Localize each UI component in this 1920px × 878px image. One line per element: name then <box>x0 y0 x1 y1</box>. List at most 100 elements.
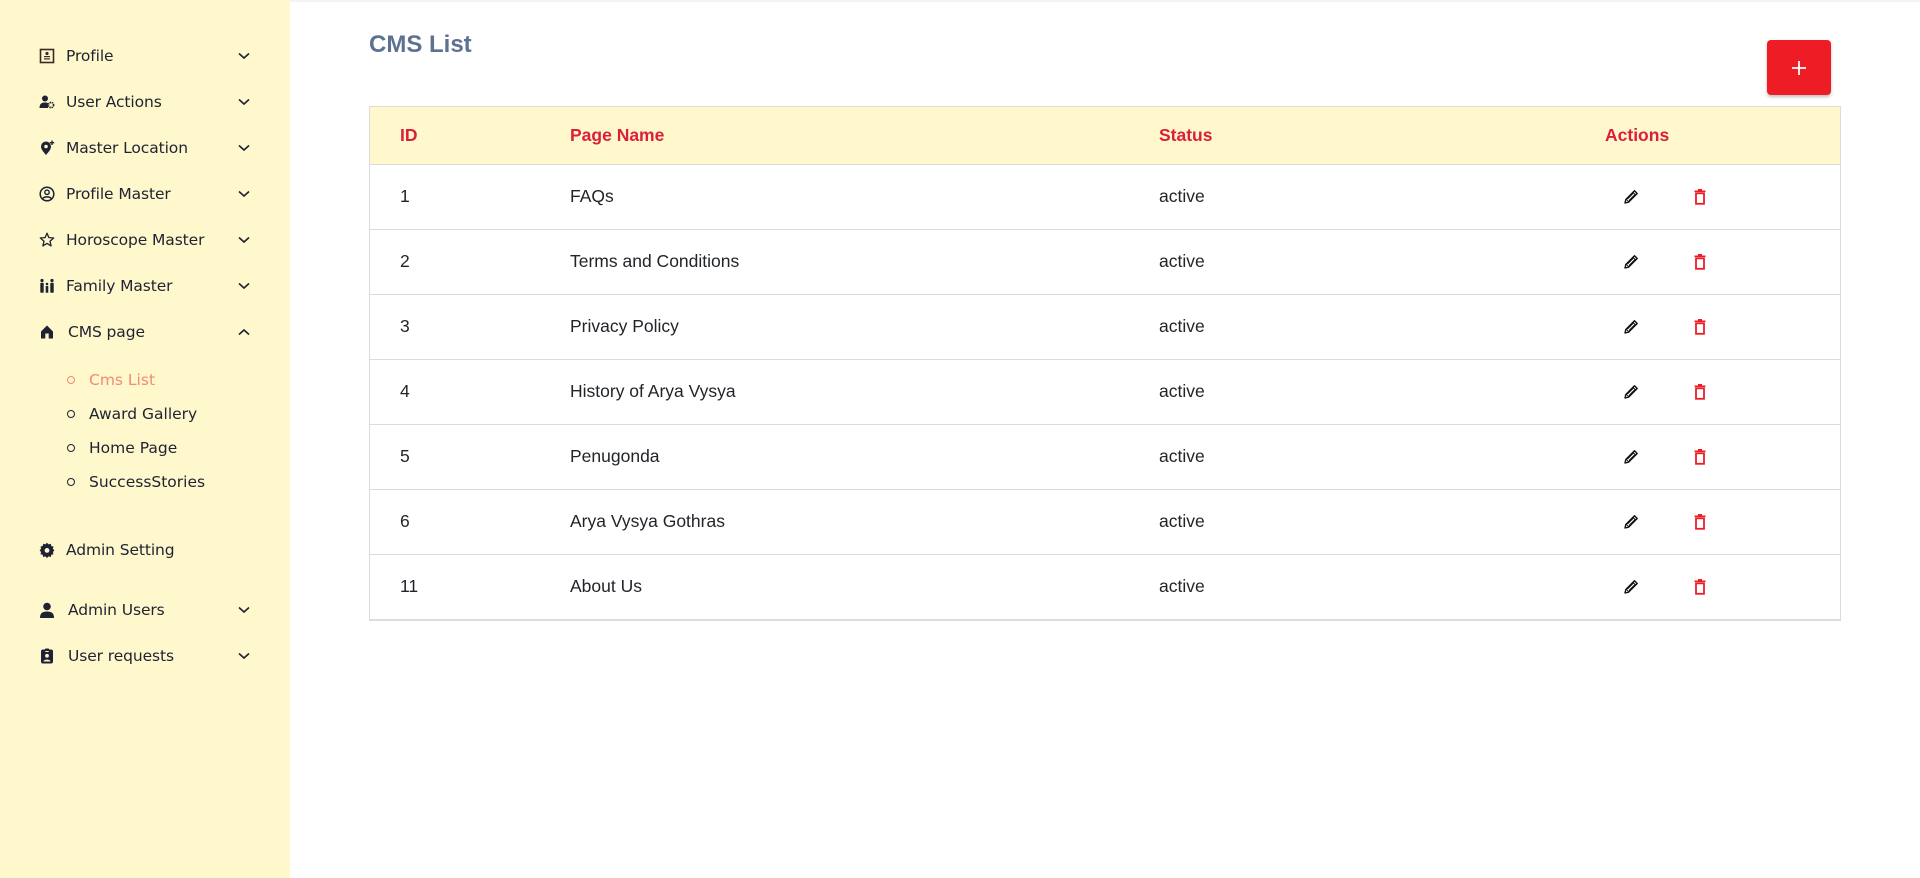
cell-id: 1 <box>400 186 410 206</box>
cell-page-name: History of Arya Vysya <box>570 381 736 401</box>
chevron-down-icon <box>236 648 252 664</box>
cell-page-name: Arya Vysya Gothras <box>570 511 725 531</box>
sidebar-item-profile[interactable]: Profile <box>38 41 252 71</box>
bullet-icon <box>67 478 75 486</box>
cell-actions <box>1559 554 1840 619</box>
cms-table: ID Page Name Status Actions 1 FAQs activ… <box>369 106 1841 621</box>
cell-actions <box>1559 359 1840 424</box>
sidebar-item-user-requests[interactable]: User requests <box>38 641 252 671</box>
cell-page-name: Penugonda <box>570 446 660 466</box>
column-header-actions-label: Actions <box>1605 124 1670 145</box>
edit-icon[interactable] <box>1620 446 1642 468</box>
user-circle-icon <box>38 185 56 203</box>
column-header-page-name: Page Name <box>570 124 665 145</box>
cell-actions <box>1559 229 1840 294</box>
delete-icon[interactable] <box>1689 511 1711 533</box>
delete-icon[interactable] <box>1689 316 1711 338</box>
sidebar-item-label: Admin Setting <box>66 541 175 559</box>
id-badge-icon <box>38 647 56 665</box>
user-gear-icon <box>38 93 56 111</box>
sidebar-item-label: CMS page <box>68 323 145 341</box>
cell-id: 2 <box>400 251 410 271</box>
edit-icon[interactable] <box>1620 316 1642 338</box>
chevron-down-icon <box>236 140 252 156</box>
cell-id: 11 <box>400 576 419 597</box>
delete-icon[interactable] <box>1689 251 1711 273</box>
cell-id: 3 <box>400 316 410 336</box>
chevron-down-icon <box>236 602 252 618</box>
table-header-row: ID Page Name Status Actions <box>370 107 1840 164</box>
chevron-down-icon <box>236 94 252 110</box>
table-row: 6 Arya Vysya Gothras active <box>370 489 1840 554</box>
cell-id: 6 <box>400 511 410 531</box>
sidebar-subitem-label: Home Page <box>89 439 178 457</box>
sidebar-item-admin-setting[interactable]: Admin Setting <box>38 535 252 565</box>
sidebar-item-horoscope-master[interactable]: Horoscope Master <box>38 225 252 255</box>
sidebar-subitem-home-page[interactable]: Home Page <box>67 436 177 460</box>
user-icon <box>38 601 56 619</box>
cell-status: active <box>1159 511 1205 531</box>
cell-actions <box>1559 424 1840 489</box>
sidebar-subitem-award-gallery[interactable]: Award Gallery <box>67 402 197 426</box>
sidebar-item-profile-master[interactable]: Profile Master <box>38 179 252 209</box>
edit-icon[interactable] <box>1620 251 1642 273</box>
sidebar-item-family-master[interactable]: Family Master <box>38 271 252 301</box>
sidebar: Profile User Actions Master Location Pro… <box>0 0 290 878</box>
sidebar-item-label: Profile <box>66 47 114 65</box>
sidebar-item-master-location[interactable]: Master Location <box>38 133 252 163</box>
bullet-icon <box>67 444 75 452</box>
delete-icon[interactable] <box>1689 446 1711 468</box>
family-icon <box>38 277 56 295</box>
top-border <box>290 0 1920 2</box>
sidebar-subitem-label: Cms List <box>89 371 156 389</box>
cell-actions <box>1559 164 1840 229</box>
cell-status: active <box>1159 186 1205 206</box>
cell-page-name: Terms and Conditions <box>570 251 740 271</box>
table-row: 4 History of Arya Vysya active <box>370 359 1840 424</box>
sidebar-item-cms-page[interactable]: CMS page <box>38 317 252 347</box>
cell-id: 5 <box>400 446 410 466</box>
edit-icon[interactable] <box>1620 381 1642 403</box>
cell-actions <box>1559 294 1840 359</box>
cell-status: active <box>1159 316 1205 336</box>
sidebar-subitem-label: SuccessStories <box>89 473 206 491</box>
cell-status: active <box>1159 381 1205 401</box>
bullet-icon <box>67 410 75 418</box>
table-row: 11 About Us active <box>370 554 1840 619</box>
plus-icon <box>1791 60 1807 76</box>
sidebar-item-user-actions[interactable]: User Actions <box>38 87 252 117</box>
chevron-down-icon <box>236 232 252 248</box>
table-body: 1 FAQs active 2 Terms and Conditions act… <box>370 164 1840 619</box>
table-row: 2 Terms and Conditions active <box>370 229 1840 294</box>
table-row: 3 Privacy Policy active <box>370 294 1840 359</box>
sidebar-item-label: User Actions <box>66 93 162 111</box>
sidebar-subitem-cms-list[interactable]: Cms List <box>67 368 155 392</box>
edit-icon[interactable] <box>1620 186 1642 208</box>
column-header-status: Status <box>1159 124 1213 145</box>
home-icon <box>38 323 56 341</box>
sidebar-item-label: User requests <box>68 647 174 665</box>
column-header-id: ID <box>400 124 418 145</box>
edit-icon[interactable] <box>1620 511 1642 533</box>
add-cms-page-button[interactable] <box>1767 40 1831 95</box>
bullet-icon <box>67 376 75 384</box>
delete-icon[interactable] <box>1689 186 1711 208</box>
sidebar-item-admin-users[interactable]: Admin Users <box>38 595 252 625</box>
cell-page-name: Privacy Policy <box>570 316 679 336</box>
location-plus-icon <box>38 139 56 157</box>
table-row: 1 FAQs active <box>370 164 1840 229</box>
edit-icon[interactable] <box>1620 576 1642 598</box>
sidebar-item-label: Profile Master <box>66 185 171 203</box>
cell-id: 4 <box>400 381 410 401</box>
sidebar-item-label: Horoscope Master <box>66 231 205 249</box>
sidebar-subitem-success-stories[interactable]: SuccessStories <box>67 470 205 494</box>
gear-icon <box>38 541 56 559</box>
delete-icon[interactable] <box>1689 381 1711 403</box>
profile-card-icon <box>38 47 56 65</box>
chevron-down-icon <box>236 186 252 202</box>
table-row: 5 Penugonda active <box>370 424 1840 489</box>
chevron-down-icon <box>236 278 252 294</box>
delete-icon[interactable] <box>1689 576 1711 598</box>
sidebar-subitem-label: Award Gallery <box>89 405 198 423</box>
sidebar-item-label: Master Location <box>66 139 188 157</box>
